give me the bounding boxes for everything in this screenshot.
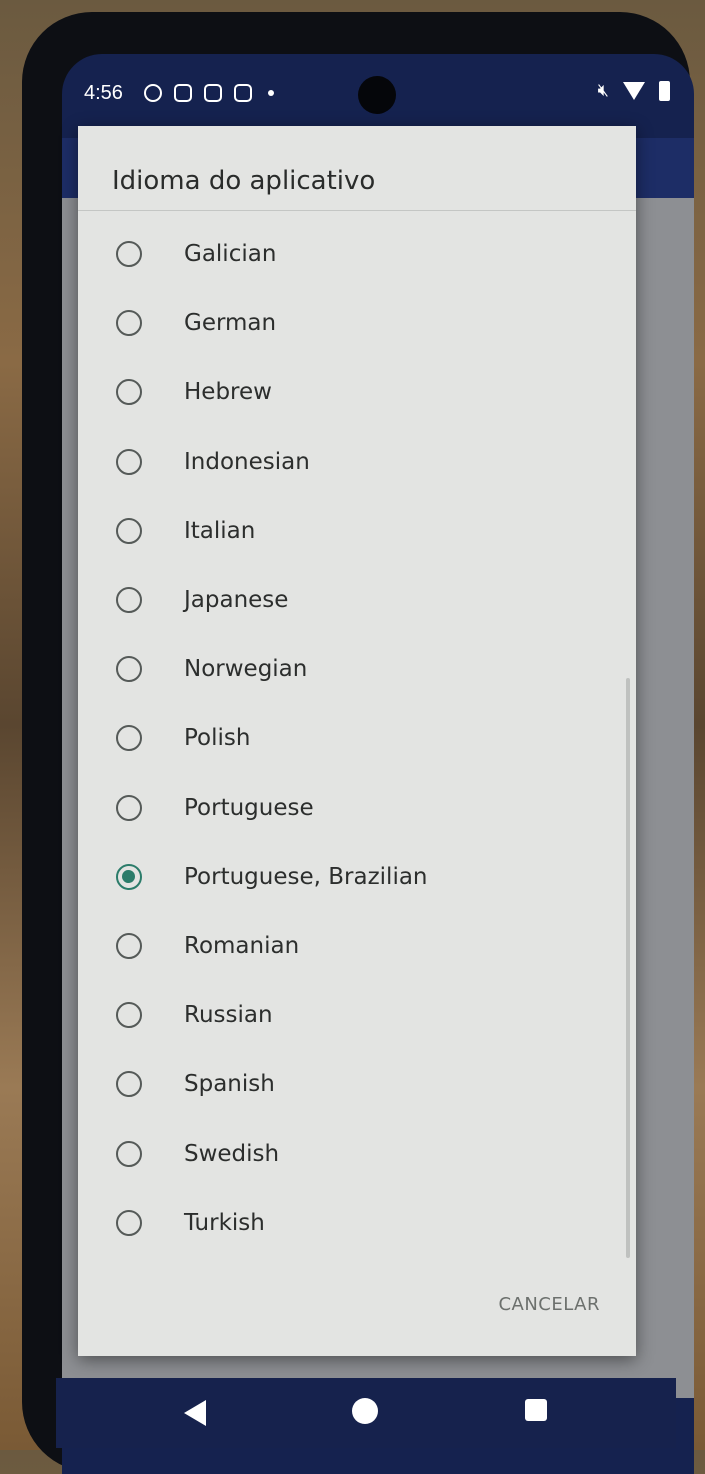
radio-unchecked-icon[interactable] [116,310,142,337]
recents-icon[interactable] [525,1399,547,1421]
language-option[interactable]: German [78,293,636,353]
navigation-bar [56,1378,676,1448]
language-option[interactable]: Norwegian [78,639,636,699]
language-option-label: Polish [184,725,251,752]
radio-unchecked-icon[interactable] [116,656,142,683]
language-option[interactable]: Portuguese, Brazilian [78,847,636,907]
language-option-label: Hebrew [184,379,272,406]
radio-unchecked-icon[interactable] [116,1140,142,1167]
radio-unchecked-icon[interactable] [116,587,142,613]
dialog-title: Idioma do aplicativo [112,166,376,196]
back-icon[interactable] [184,1400,206,1426]
language-option-label: German [184,310,277,337]
radio-unchecked-icon[interactable] [116,933,142,959]
language-option[interactable]: Swedish [78,1124,636,1184]
scrollbar[interactable] [626,678,630,1258]
sim-card-icon [174,84,192,102]
language-option-label: Turkish [184,1209,265,1236]
language-option[interactable]: Polish [78,708,636,768]
language-option-label: Portuguese, Brazilian [184,863,428,890]
radio-unchecked-icon[interactable] [116,448,142,475]
radio-checked-icon[interactable] [116,863,142,890]
radio-unchecked-icon[interactable] [116,1209,142,1236]
photo-notification-icon [144,84,162,102]
language-option[interactable]: Romanian [78,916,636,976]
title-divider [78,210,636,211]
language-option-label: Norwegian [184,656,308,683]
language-option-label: Japanese [184,587,289,613]
battery-icon [659,80,670,101]
status-time: 4:56 [84,82,123,104]
system-icons: 🔇︎ [598,80,670,101]
radio-unchecked-icon[interactable] [116,517,142,544]
language-option[interactable]: Indonesian [78,432,636,492]
language-option[interactable]: Japanese [78,570,636,630]
radio-unchecked-icon[interactable] [116,241,142,267]
wifi-icon [623,81,645,100]
language-option-label: Galician [184,241,277,267]
language-option[interactable]: Portuguese [78,778,636,838]
language-option[interactable]: Turkish [78,1193,636,1253]
language-option-label: Portuguese [184,794,314,821]
language-option[interactable]: Spanish [78,1054,636,1114]
language-option-label: Italian [184,517,256,544]
more-notifications-dot [268,90,274,96]
radio-unchecked-icon[interactable] [116,1002,142,1029]
language-option-label: Romanian [184,933,300,959]
radio-unchecked-icon[interactable] [116,379,142,406]
language-option[interactable]: Galician [78,224,636,284]
language-dialog: Idioma do aplicativo Galician German Hebre… [78,126,636,1356]
home-icon[interactable] [352,1398,378,1424]
language-option-label: Spanish [184,1071,275,1098]
language-option[interactable]: Russian [78,985,636,1045]
message-icon [234,84,252,102]
cancel-button[interactable]: CANCELAR [498,1294,600,1315]
language-option-label: Russian [184,1002,273,1029]
front-camera [358,76,396,114]
language-option-label: Swedish [184,1140,280,1167]
mute-icon: 🔇︎ [597,80,609,101]
language-option[interactable]: Italian [78,501,636,561]
language-option[interactable]: Hebrew [78,362,636,422]
radio-unchecked-icon[interactable] [116,1071,142,1098]
shopping-bag-icon [204,84,222,102]
language-option-label: Indonesian [184,448,310,475]
notification-icons [144,84,274,102]
radio-unchecked-icon[interactable] [116,794,142,821]
radio-unchecked-icon[interactable] [116,725,142,752]
